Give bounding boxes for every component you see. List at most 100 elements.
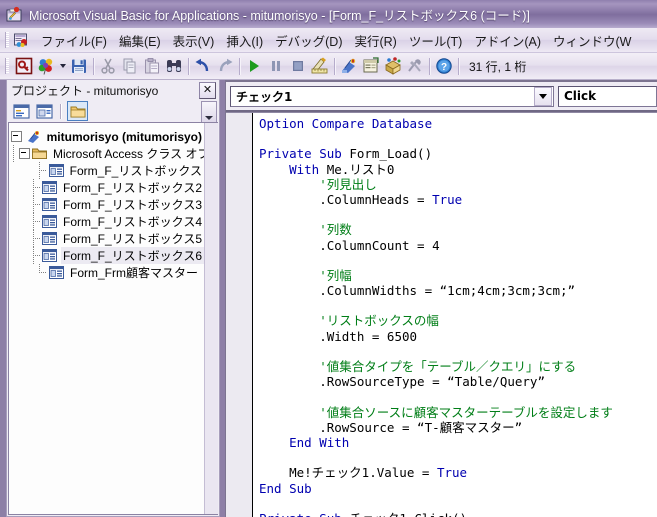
form-module-icon bbox=[49, 265, 64, 280]
code-line: Private Sub Form_Load() bbox=[259, 146, 433, 162]
tree-line bbox=[29, 247, 40, 264]
code-line: .RowSourceType = “Table/Query” bbox=[259, 374, 545, 390]
form-module-icon bbox=[42, 248, 57, 263]
view-code-icon[interactable] bbox=[12, 102, 31, 120]
project-tree-scrollbar[interactable] bbox=[204, 123, 218, 514]
toolbar-grip[interactable] bbox=[5, 58, 9, 74]
tree-item-form-customer-master[interactable]: Form_Frm顧客マスター bbox=[9, 264, 204, 281]
view-object-icon[interactable] bbox=[35, 102, 54, 120]
insert-object-dropdown-icon[interactable] bbox=[57, 55, 68, 77]
redo-icon[interactable] bbox=[214, 55, 236, 77]
collapse-icon[interactable] bbox=[19, 148, 30, 159]
tree-folder-label: Microsoft Access クラス オブ bbox=[53, 147, 204, 161]
cursor-position-text: 31 行, 1 桁 bbox=[469, 59, 527, 74]
form-module-icon bbox=[42, 180, 57, 195]
find-icon[interactable] bbox=[163, 55, 185, 77]
svg-text:?: ? bbox=[441, 62, 447, 73]
tree-line bbox=[9, 145, 19, 162]
code-window: チェック1 Click Option Compare Database Priv… bbox=[225, 80, 657, 517]
tree-item-form-5[interactable]: Form_F_リストボックス5 bbox=[9, 230, 204, 247]
code-line: .ColumnHeads = True bbox=[259, 191, 463, 207]
form-module-icon bbox=[42, 214, 57, 229]
vba-ide-window: Microsoft Visual Basic for Applications … bbox=[0, 0, 657, 517]
tree-item-label: Form_F_リストボックス5 bbox=[63, 232, 202, 246]
tree-item-label: Form_F_リストボックス6 bbox=[61, 247, 204, 264]
menu-debug[interactable]: デバッグ(D) bbox=[269, 28, 348, 52]
menu-addins[interactable]: アドイン(A) bbox=[468, 28, 547, 52]
toggle-folders-icon[interactable] bbox=[67, 101, 88, 121]
code-line: .RowSource = “T-顧客マスター” bbox=[259, 419, 523, 435]
margin-indicator-bar[interactable] bbox=[226, 113, 253, 517]
folder-icon bbox=[32, 147, 47, 161]
save-icon[interactable] bbox=[68, 55, 90, 77]
code-line: '列幅 bbox=[319, 267, 352, 283]
procedure-combo[interactable]: Click bbox=[558, 85, 657, 107]
project-explorer-icon[interactable] bbox=[338, 55, 360, 77]
insert-object-icon[interactable] bbox=[35, 55, 57, 77]
project-explorer-title: プロジェクト - mitumorisyo bbox=[11, 83, 159, 98]
project-tree[interactable]: mitumorisyo (mitumorisyo) Microsoft Acce… bbox=[8, 122, 218, 515]
tree-item-label: Form_F_リストボックス2 bbox=[63, 181, 202, 195]
menu-window[interactable]: ウィンドウ(W bbox=[547, 28, 637, 52]
tree-item-form-6-selected[interactable]: Form_F_リストボックス6 bbox=[9, 247, 204, 264]
toolbox-icon[interactable] bbox=[404, 55, 426, 77]
form-module-icon bbox=[48, 163, 64, 178]
code-line: End Sub bbox=[259, 480, 312, 496]
menubar-grip[interactable] bbox=[5, 32, 9, 48]
reset-icon[interactable] bbox=[287, 55, 309, 77]
code-line: '値集合タイプを「テーブル／クエリ」にする bbox=[319, 359, 577, 374]
tree-item-form-1[interactable]: Form_F_リストボックス bbox=[9, 162, 204, 179]
cut-icon[interactable] bbox=[97, 55, 119, 77]
chevron-down-icon[interactable] bbox=[534, 86, 552, 106]
close-icon[interactable]: ✕ bbox=[199, 81, 216, 99]
tree-item-label: Form_Frm顧客マスター bbox=[70, 266, 198, 280]
code-line: .Width = 6500 bbox=[259, 328, 418, 344]
menu-view[interactable]: 表示(V) bbox=[167, 28, 221, 52]
code-editor-area[interactable]: Option Compare Database Private Sub Form… bbox=[226, 112, 657, 517]
procedure-combo-value: Click bbox=[564, 89, 597, 103]
project-tree-content: mitumorisyo (mitumorisyo) Microsoft Acce… bbox=[9, 123, 204, 514]
paste-icon[interactable] bbox=[141, 55, 163, 77]
project-explorer-panel: プロジェクト - mitumorisyo ✕ mitumorisyo (mitu… bbox=[6, 80, 220, 517]
break-icon[interactable] bbox=[265, 55, 287, 77]
code-line: .ColumnWidths = “1cm;4cm;3cm;3cm;” bbox=[259, 283, 576, 299]
design-mode-icon[interactable] bbox=[309, 55, 331, 77]
tree-node-folder[interactable]: Microsoft Access クラス オブ bbox=[9, 145, 204, 162]
tree-item-form-3[interactable]: Form_F_リストボックス3 bbox=[9, 196, 204, 213]
form-module-icon bbox=[42, 231, 57, 246]
tree-item-label: Form_F_リストボックス4 bbox=[63, 215, 202, 229]
menu-edit[interactable]: 編集(E) bbox=[113, 28, 167, 52]
copy-icon[interactable] bbox=[119, 55, 141, 77]
code-line: '値集合ソースに顧客マスターテーブルを設定します bbox=[319, 404, 613, 420]
menu-insert[interactable]: 挿入(I) bbox=[220, 28, 269, 52]
collapse-icon[interactable] bbox=[11, 131, 23, 142]
tree-line bbox=[29, 196, 40, 213]
code-text[interactable]: Option Compare Database Private Sub Form… bbox=[253, 113, 657, 517]
code-line: '列見出し bbox=[319, 176, 377, 192]
code-line: Private Sub チェック1_Click() bbox=[259, 511, 657, 517]
menu-file[interactable]: ファイル(F) bbox=[35, 28, 113, 52]
undo-icon[interactable] bbox=[192, 55, 214, 77]
tree-item-form-4[interactable]: Form_F_リストボックス4 bbox=[9, 213, 204, 230]
run-icon[interactable] bbox=[243, 55, 265, 77]
vba-small-icon bbox=[13, 32, 29, 48]
object-combo[interactable]: チェック1 bbox=[230, 85, 554, 107]
properties-window-icon[interactable] bbox=[360, 55, 382, 77]
code-line: With Me.リスト0 bbox=[289, 161, 395, 177]
tree-item-form-2[interactable]: Form_F_リストボックス2 bbox=[9, 179, 204, 196]
code-line: .ColumnCount = 4 bbox=[259, 237, 440, 253]
tree-line bbox=[29, 230, 40, 247]
menu-run[interactable]: 実行(R) bbox=[348, 28, 402, 52]
help-icon[interactable]: ? bbox=[433, 55, 455, 77]
object-browser-icon[interactable] bbox=[382, 55, 404, 77]
project-toolbar-scroll-button[interactable] bbox=[201, 101, 217, 123]
view-microsoft-access-icon[interactable] bbox=[13, 55, 35, 77]
tree-node-root[interactable]: mitumorisyo (mitumorisyo) bbox=[9, 128, 204, 145]
menu-tools[interactable]: ツール(T) bbox=[403, 28, 468, 52]
tree-line bbox=[35, 162, 46, 179]
